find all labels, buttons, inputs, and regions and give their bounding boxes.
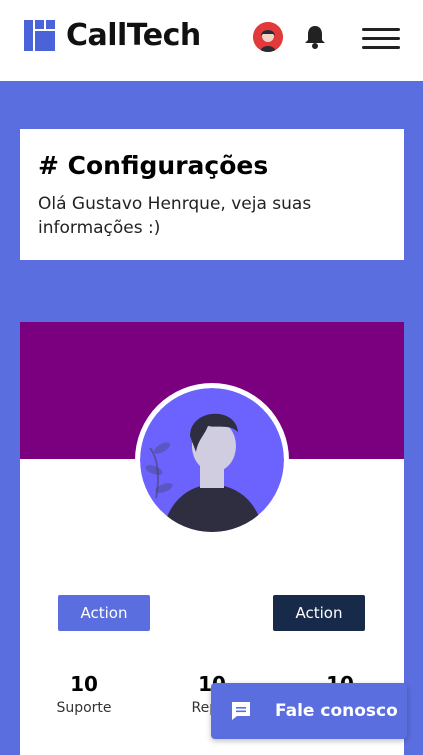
greeting-text: Olá Gustavo Henrque, veja suas informaçõ… <box>38 194 312 238</box>
page-title: # Configurações <box>38 151 269 180</box>
stat-label: Suporte <box>56 700 112 716</box>
profile-photo <box>135 383 289 537</box>
hamburger-menu-icon[interactable] <box>362 26 402 52</box>
chat-icon <box>232 702 250 720</box>
stat-item: 10 Suporte <box>20 672 148 716</box>
primary-action-button[interactable]: Action <box>58 595 150 631</box>
top-bar: CallTech <box>0 0 423 81</box>
contact-us-button[interactable]: Fale conosco <box>211 683 407 739</box>
profile-avatar-illustration-icon <box>140 388 284 532</box>
logo[interactable]: CallTech <box>24 18 201 53</box>
contact-us-label: Fale conosco <box>275 701 398 721</box>
stat-value: 10 <box>70 672 98 696</box>
logo-text: CallTech <box>66 18 201 53</box>
bell-icon[interactable] <box>303 24 327 50</box>
user-avatar-icon[interactable] <box>253 22 283 52</box>
logo-mark-icon <box>24 20 55 51</box>
page-header-card: # Configurações Olá Gustavo Henrque, vej… <box>20 129 404 260</box>
secondary-action-button[interactable]: Action <box>273 595 365 631</box>
